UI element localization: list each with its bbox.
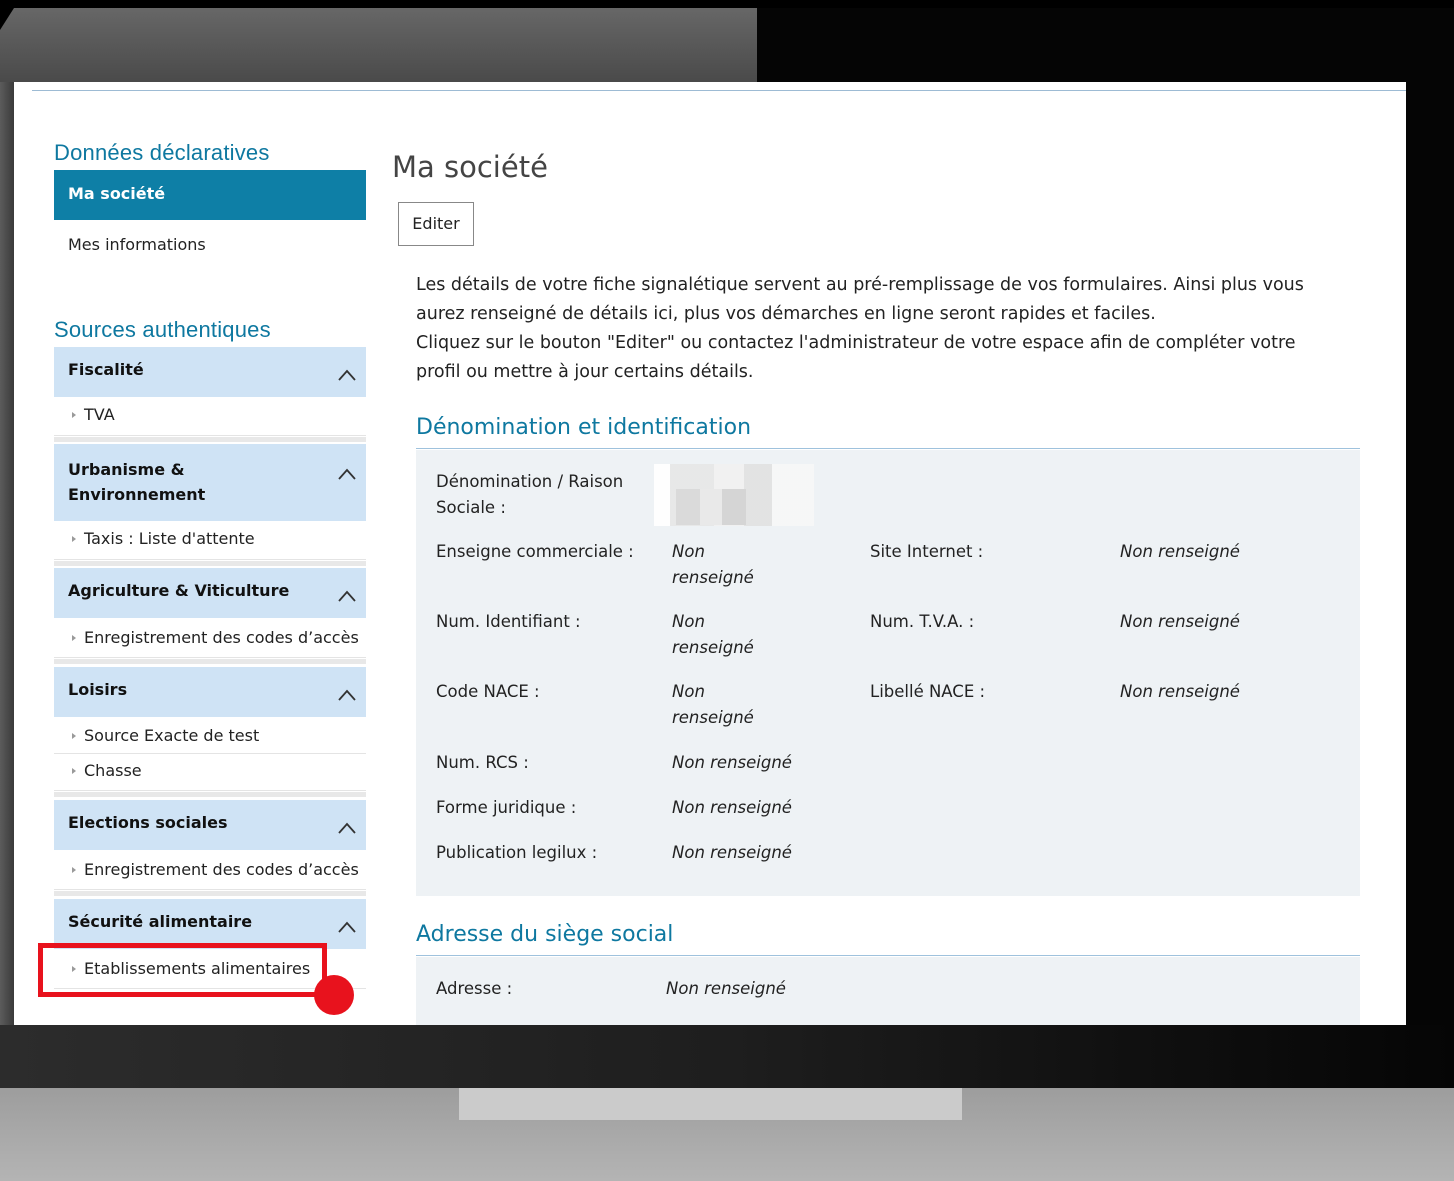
category-label: Sécurité alimentaire bbox=[68, 912, 253, 931]
divider bbox=[54, 792, 366, 797]
list-item-tva[interactable]: TVA bbox=[54, 400, 366, 436]
site-value: Non renseigné bbox=[1120, 542, 1240, 561]
address-panel bbox=[416, 957, 1360, 1025]
value-line: renseigné bbox=[672, 568, 754, 587]
chevron-right-icon bbox=[72, 768, 76, 774]
click-indicator-dot bbox=[314, 975, 354, 1015]
num-identifiant-label: Num. Identifiant : bbox=[436, 612, 581, 631]
divider bbox=[54, 891, 366, 896]
category-label: Elections sociales bbox=[68, 813, 228, 832]
list-item-label: TVA bbox=[84, 405, 115, 424]
forme-juridique-value: Non renseigné bbox=[672, 798, 792, 817]
sidebar-item-mes-informations[interactable]: Mes informations bbox=[68, 235, 206, 254]
chevron-right-icon bbox=[72, 536, 76, 542]
list-item-source-exacte[interactable]: Source Exacte de test bbox=[54, 720, 366, 754]
section-divider bbox=[416, 448, 1360, 449]
list-item-taxis[interactable]: Taxis : Liste d'attente bbox=[54, 524, 366, 560]
denomination-value-redacted-part bbox=[676, 489, 746, 525]
label-line: Sociale : bbox=[436, 498, 506, 517]
code-nace-value: Non renseigné bbox=[672, 679, 754, 731]
screen: Données déclaratives Ma société Mes info… bbox=[14, 82, 1406, 1025]
chevron-right-icon bbox=[72, 867, 76, 873]
category-agriculture[interactable]: Agriculture & Viticulture bbox=[54, 568, 366, 618]
num-rcs-value: Non renseigné bbox=[672, 753, 792, 772]
section-divider bbox=[416, 955, 1360, 956]
list-item-label: Chasse bbox=[84, 761, 142, 780]
publication-legilux-value: Non renseigné bbox=[672, 843, 792, 862]
value-line: Non bbox=[672, 612, 705, 631]
list-item-chasse[interactable]: Chasse bbox=[54, 755, 366, 791]
intro-text: Les détails de votre fiche signalétique … bbox=[416, 271, 1366, 387]
section-title-identification: Dénomination et identification bbox=[416, 415, 752, 440]
laptop-bezel-bottom bbox=[0, 1025, 1454, 1090]
category-urbanisme[interactable]: Urbanisme & Environnement bbox=[54, 444, 366, 521]
chevron-up-icon[interactable] bbox=[338, 822, 356, 836]
forme-juridique-label: Forme juridique : bbox=[436, 798, 577, 817]
chevron-up-icon[interactable] bbox=[338, 590, 356, 604]
chevron-up-icon[interactable] bbox=[338, 468, 356, 482]
tva-label: Num. T.V.A. : bbox=[870, 612, 975, 631]
value-line: Non bbox=[672, 682, 705, 701]
adresse-value: Non renseigné bbox=[666, 979, 786, 998]
divider bbox=[54, 437, 366, 442]
header-divider bbox=[32, 90, 1406, 91]
list-item-enregistrement-elections[interactable]: Enregistrement des codes d’accès bbox=[54, 854, 366, 890]
laptop-bezel-top-dark bbox=[757, 8, 1454, 82]
highlight-box bbox=[38, 943, 327, 997]
intro-line: aurez renseigné de détails ici, plus vos… bbox=[416, 304, 1156, 324]
laptop-bezel-left bbox=[0, 82, 14, 1027]
denomination-label: Dénomination / Raison Sociale : bbox=[436, 469, 623, 521]
list-item-label: Taxis : Liste d'attente bbox=[84, 529, 255, 548]
num-rcs-label: Num. RCS : bbox=[436, 753, 529, 772]
list-item-label: Enregistrement des codes d’accès bbox=[84, 860, 359, 879]
page-title: Ma société bbox=[392, 150, 548, 184]
num-identifiant-value: Non renseigné bbox=[672, 609, 754, 661]
intro-line: profil ou mettre à jour certains détails… bbox=[416, 362, 754, 382]
sidebar-heading-declaratives: Données déclaratives bbox=[54, 140, 270, 165]
category-label: Urbanisme & Environnement bbox=[68, 460, 206, 504]
list-item-label: Enregistrement des codes d’accès bbox=[84, 628, 359, 647]
divider bbox=[54, 561, 366, 566]
chevron-right-icon bbox=[72, 733, 76, 739]
intro-line: Cliquez sur le bouton "Editer" ou contac… bbox=[416, 333, 1296, 353]
section-title-address: Adresse du siège social bbox=[416, 922, 674, 947]
chevron-right-icon bbox=[72, 412, 76, 418]
sidebar-heading-sources: Sources authentiques bbox=[54, 317, 271, 342]
libelle-nace-label: Libellé NACE : bbox=[870, 682, 986, 701]
laptop-base-notch bbox=[459, 1088, 962, 1120]
category-label: Loisirs bbox=[68, 680, 128, 699]
chevron-up-icon[interactable] bbox=[338, 369, 356, 383]
category-label: Fiscalité bbox=[68, 360, 144, 379]
enseigne-value: Non renseigné bbox=[672, 539, 754, 591]
libelle-nace-value: Non renseigné bbox=[1120, 682, 1240, 701]
category-securite-alimentaire[interactable]: Sécurité alimentaire bbox=[54, 899, 366, 949]
category-fiscalite[interactable]: Fiscalité bbox=[54, 347, 366, 397]
list-item-label: Source Exacte de test bbox=[84, 726, 260, 745]
category-loisirs[interactable]: Loisirs bbox=[54, 667, 366, 717]
publication-legilux-label: Publication legilux : bbox=[436, 843, 598, 862]
chevron-up-icon[interactable] bbox=[338, 921, 356, 935]
code-nace-label: Code NACE : bbox=[436, 682, 540, 701]
adresse-label: Adresse : bbox=[436, 979, 513, 998]
chevron-right-icon bbox=[72, 635, 76, 641]
enseigne-label: Enseigne commerciale : bbox=[436, 542, 634, 561]
laptop-bezel-right bbox=[1406, 82, 1454, 1027]
intro-line: Les détails de votre fiche signalétique … bbox=[416, 275, 1304, 295]
laptop-bezel-top bbox=[0, 8, 772, 82]
list-item-enregistrement-agri[interactable]: Enregistrement des codes d’accès bbox=[54, 622, 366, 658]
category-label: Agriculture & Viticulture bbox=[68, 581, 290, 600]
value-line: renseigné bbox=[672, 638, 754, 657]
edit-button[interactable]: Editer bbox=[398, 202, 474, 246]
value-line: renseigné bbox=[672, 708, 754, 727]
divider bbox=[54, 659, 366, 664]
tva-value: Non renseigné bbox=[1120, 612, 1240, 631]
site-label: Site Internet : bbox=[870, 542, 984, 561]
category-elections-sociales[interactable]: Elections sociales bbox=[54, 800, 366, 850]
sidebar-item-ma-societe[interactable]: Ma société bbox=[54, 170, 366, 220]
chevron-up-icon[interactable] bbox=[338, 689, 356, 703]
label-line: Dénomination / Raison bbox=[436, 472, 624, 491]
value-line: Non bbox=[672, 542, 705, 561]
